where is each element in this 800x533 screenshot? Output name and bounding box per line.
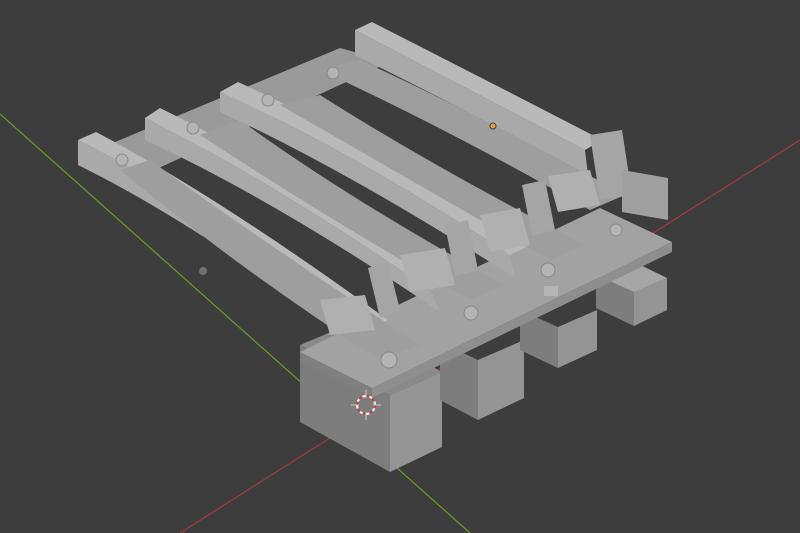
3d-viewport[interactable] <box>0 0 800 533</box>
viewport-canvas[interactable] <box>0 0 800 533</box>
object-origin-icon[interactable] <box>489 122 497 130</box>
